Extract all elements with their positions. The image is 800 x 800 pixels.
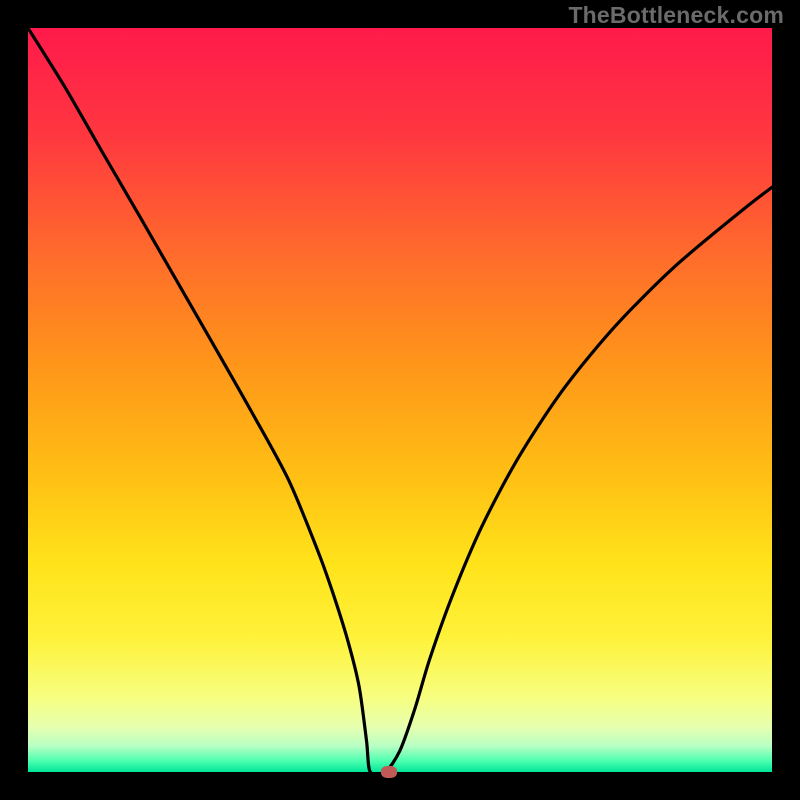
optimal-point-marker: [381, 766, 397, 778]
plot-area: [28, 28, 772, 772]
watermark-text: TheBottleneck.com: [568, 2, 784, 29]
chart-frame: TheBottleneck.com: [0, 0, 800, 800]
bottleneck-curve: [28, 28, 772, 772]
